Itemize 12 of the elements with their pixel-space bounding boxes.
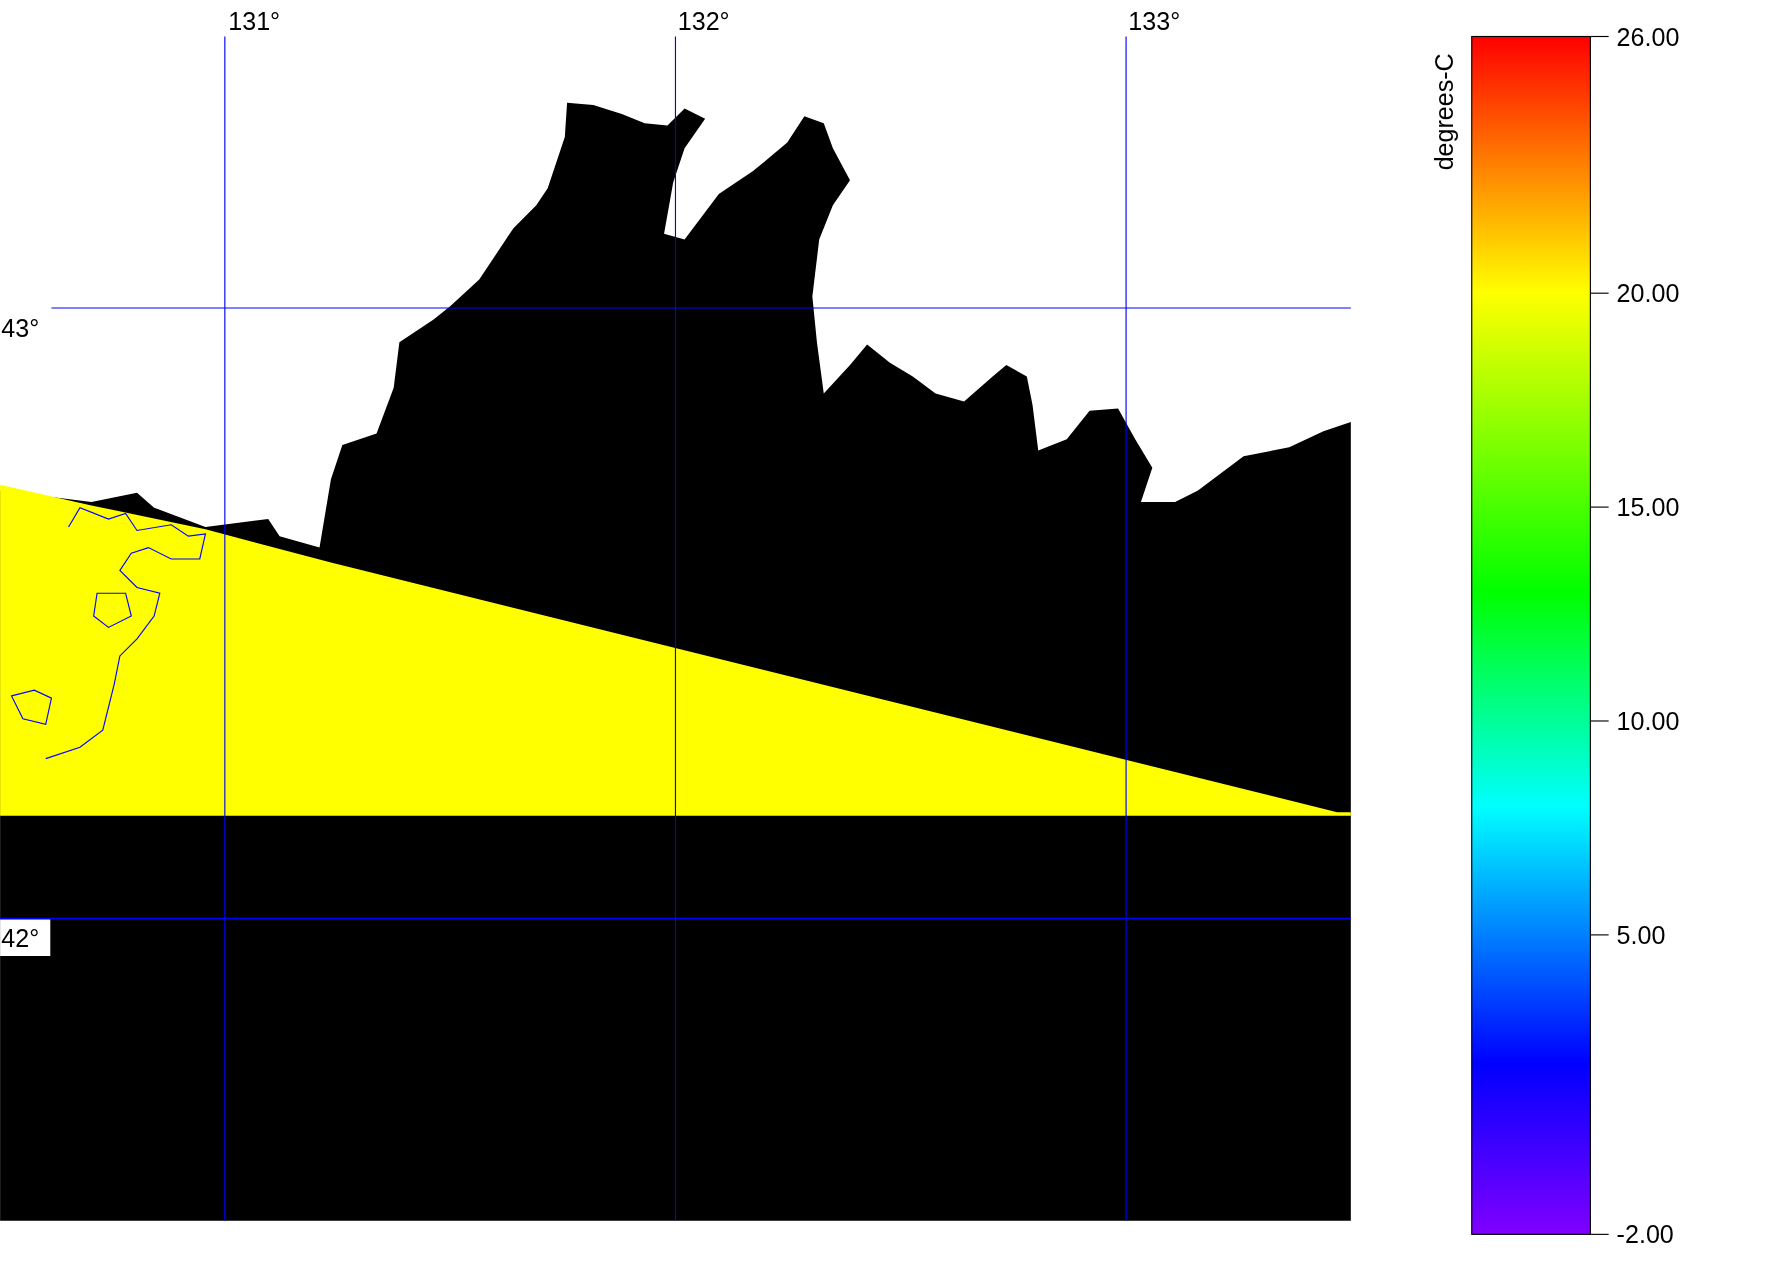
colorbar-tick-label: 10.00	[1616, 707, 1680, 736]
colorbar-tick-label: -2.00	[1616, 1220, 1674, 1249]
latitude-label: 42°	[0, 919, 51, 956]
longitude-label: 131°	[228, 6, 281, 35]
longitude-label: 132°	[677, 6, 730, 35]
longitude-label: 133°	[1128, 6, 1181, 35]
colorbar-tick-label: 26.00	[1616, 22, 1680, 51]
colorbar-tick-label: 5.00	[1616, 921, 1666, 949]
colorbar-title: degrees-C	[1430, 53, 1459, 171]
colorbar-tick-label: 20.00	[1616, 279, 1680, 308]
colorbar-tick-label: 15.00	[1616, 493, 1680, 522]
latitude-label: 43°	[1, 313, 40, 342]
